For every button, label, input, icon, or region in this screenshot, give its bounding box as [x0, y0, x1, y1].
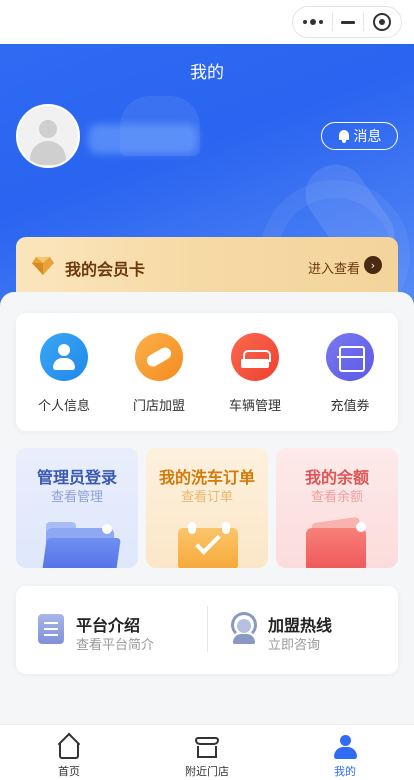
- tab-label: 首页: [58, 765, 80, 778]
- feature-title: 我的余额: [304, 468, 369, 487]
- handshake-icon: [135, 333, 183, 381]
- tab-me[interactable]: 我的: [295, 725, 395, 780]
- username: [88, 124, 198, 154]
- minimize-icon[interactable]: [340, 20, 355, 24]
- balance-card[interactable]: 我的余额 查看余额: [276, 448, 398, 568]
- user-icon: [40, 333, 88, 381]
- franchise-hotline-title[interactable]: 加盟热线: [268, 612, 332, 636]
- avatar-body: [30, 141, 66, 165]
- tab-label: 附近门店: [185, 765, 229, 778]
- info-card: 平台介绍 查看平台简介 加盟热线 立即咨询: [16, 586, 398, 674]
- document-icon: [38, 614, 64, 644]
- home-icon: [56, 735, 82, 759]
- wallet-icon: [306, 528, 366, 568]
- message-label: 消息: [353, 129, 382, 145]
- platform-intro-title[interactable]: 平台介绍: [76, 612, 140, 636]
- store-icon: [194, 735, 220, 759]
- quick-item-profile[interactable]: 个人信息: [28, 333, 100, 414]
- franchise-hotline-subtitle: 立即咨询: [268, 638, 321, 653]
- feature-subtitle: 查看余额: [310, 490, 363, 505]
- avatar[interactable]: [16, 104, 80, 168]
- person-icon: [332, 735, 358, 759]
- diamond-icon: [32, 257, 54, 275]
- divider: [207, 606, 208, 652]
- feature-title: 管理员登录: [36, 468, 117, 487]
- wash-orders-card[interactable]: 我的洗车订单 查看订单: [146, 448, 268, 568]
- quick-item-franchise[interactable]: 门店加盟: [123, 333, 195, 414]
- quick-item-label: 充值券: [330, 399, 370, 414]
- profile-page: 我的 消息 我的会员卡 进入查看 › 个人信息 门店加盟 车辆管理 充值券 管理…: [0, 0, 414, 780]
- tab-bar: 首页 附近门店 我的: [0, 724, 414, 780]
- quick-item-label: 车辆管理: [228, 399, 281, 414]
- tab-label: 我的: [334, 765, 356, 778]
- quick-item-label: 门店加盟: [132, 399, 185, 414]
- quick-menu: 个人信息 门店加盟 车辆管理 充值券: [16, 313, 398, 431]
- quick-item-vehicles[interactable]: 车辆管理: [219, 333, 291, 414]
- message-button[interactable]: 消息: [321, 122, 398, 150]
- scan-icon: [326, 333, 374, 381]
- car-icon: [231, 333, 279, 381]
- headset-icon: [229, 612, 259, 644]
- feature-title: 我的洗车订单: [158, 468, 255, 487]
- member-card-title: 我的会员卡: [65, 260, 146, 279]
- feature-subtitle: 查看管理: [50, 490, 103, 505]
- tab-home[interactable]: 首页: [19, 725, 119, 780]
- quick-item-coupons[interactable]: 充值券: [314, 333, 386, 414]
- mini-program-capsule: [292, 6, 402, 38]
- platform-intro-subtitle: 查看平台简介: [76, 638, 155, 653]
- page-title: 我的: [190, 63, 224, 83]
- chevron-right-icon[interactable]: ›: [364, 256, 382, 274]
- tab-nearby-stores[interactable]: 附近门店: [157, 725, 257, 780]
- close-icon[interactable]: [372, 13, 391, 31]
- bell-icon: [338, 129, 350, 143]
- quick-item-label: 个人信息: [37, 399, 90, 414]
- member-card[interactable]: 我的会员卡 进入查看 ›: [16, 237, 398, 297]
- feature-subtitle: 查看订单: [180, 490, 233, 505]
- admin-login-card[interactable]: 管理员登录 查看管理: [16, 448, 138, 568]
- member-card-enter[interactable]: 进入查看: [308, 258, 360, 277]
- more-icon[interactable]: [303, 19, 324, 25]
- avatar-head: [39, 120, 57, 138]
